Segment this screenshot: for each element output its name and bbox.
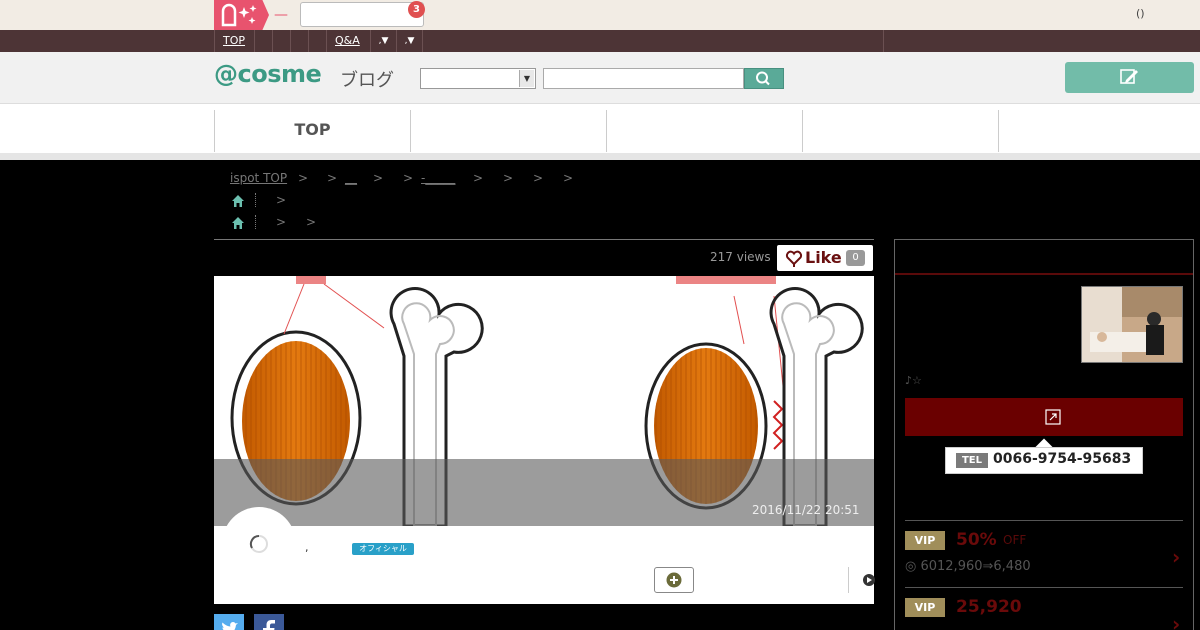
breadcrumb-sep: > <box>276 215 287 229</box>
add-favorite-button[interactable] <box>654 567 694 593</box>
nav-dropdown-1[interactable]: ,▼ <box>370 30 396 52</box>
top-strip <box>0 0 1200 30</box>
chevron-right-icon[interactable]: › <box>1172 545 1180 569</box>
next-post-button[interactable] <box>848 567 875 593</box>
search-input[interactable] <box>543 68 744 89</box>
chevron-down-icon[interactable]: ▼ <box>519 70 534 87</box>
tab-3[interactable] <box>606 110 802 152</box>
author-bar <box>214 526 874 604</box>
breadcrumb-divider <box>255 193 256 207</box>
breadcrumb-sep: > <box>298 171 309 185</box>
salon-photo-image <box>1082 287 1182 362</box>
cosme-logo[interactable]: @cosme <box>214 60 322 88</box>
menu-price: ◎ 6012,960⇒6,480 <box>905 559 1031 574</box>
like-count-badge: 0 <box>846 250 865 266</box>
menu-discount: 25,920 <box>956 597 1022 617</box>
tab-4[interactable] <box>802 110 998 152</box>
vip-badge: VIP <box>905 531 945 550</box>
breadcrumb-sep: > <box>403 171 414 185</box>
view-count: 217 views <box>710 250 771 264</box>
loading-spinner-icon <box>249 534 268 553</box>
breadcrumb-sep: > <box>503 171 514 185</box>
salon-photo[interactable] <box>1081 286 1183 363</box>
play-circle-icon <box>863 574 875 586</box>
twitter-icon <box>222 622 238 630</box>
tel-number[interactable]: 0066-9754-95683 <box>993 451 1131 467</box>
breadcrumb-link[interactable]: -_____ <box>421 171 455 185</box>
facebook-share-button[interactable] <box>254 614 284 630</box>
salon-note: ♪☆ <box>905 374 922 387</box>
breadcrumb-divider <box>255 215 256 229</box>
nav-divider <box>883 30 884 52</box>
breadcrumb-sep: > <box>563 171 574 185</box>
breadcrumb-sep: > <box>533 171 544 185</box>
tel-label: TEL <box>956 453 988 468</box>
sidebar-header-line <box>895 273 1193 275</box>
tab-5[interactable] <box>998 110 1200 152</box>
breadcrumb-sep: > <box>306 215 317 229</box>
like-label: Like <box>805 248 842 267</box>
plus-circle-icon <box>666 572 682 588</box>
notification-field[interactable] <box>300 2 424 27</box>
home-icon[interactable] <box>231 215 245 234</box>
official-badge: オフィシャル <box>352 543 414 555</box>
tab-bar-border <box>0 153 1200 160</box>
home-icon[interactable] <box>231 193 245 212</box>
nav-top-link[interactable]: TOP <box>214 30 253 52</box>
menu-discount: 50% <box>956 530 997 550</box>
search-icon <box>756 71 770 86</box>
sparkle-bag-icon <box>221 3 257 27</box>
post-divider <box>214 239 874 240</box>
tab-2[interactable] <box>410 110 606 152</box>
nav-qa-link[interactable]: Q&A <box>326 30 368 52</box>
breadcrumb-sep: > <box>327 171 338 185</box>
twitter-share-button[interactable] <box>214 614 244 630</box>
facebook-icon <box>263 620 275 630</box>
author-name[interactable]: , <box>305 541 309 554</box>
edit-icon <box>1120 69 1138 84</box>
chevron-right-icon[interactable]: › <box>1172 612 1180 630</box>
post-date: 2016/11/22 20:51 <box>752 503 860 517</box>
nav-divider <box>308 30 309 52</box>
avatar[interactable] <box>222 507 296 581</box>
breadcrumb-sep: > <box>276 193 287 207</box>
menu-divider <box>905 520 1183 521</box>
user-link[interactable]: () <box>1136 7 1145 20</box>
reserve-button[interactable] <box>905 398 1183 436</box>
nav-divider <box>254 30 255 52</box>
breadcrumb-ispot-top[interactable]: ispot TOP <box>230 171 287 185</box>
menu-divider <box>905 587 1183 588</box>
global-nav-bar <box>0 30 1200 52</box>
site-logo-badge[interactable] <box>214 0 269 30</box>
nav-divider <box>422 30 423 52</box>
nav-dropdown-2[interactable]: ,▼ <box>396 30 422 52</box>
tab-top[interactable]: TOP <box>214 110 410 152</box>
breadcrumb-sep: > <box>373 171 384 185</box>
breadcrumb-sep: > <box>473 171 484 185</box>
blog-label: ブログ <box>340 70 394 91</box>
top-dash: — <box>274 7 288 23</box>
vip-badge: VIP <box>905 598 945 617</box>
nav-divider <box>272 30 273 52</box>
external-link-icon <box>1045 409 1061 425</box>
nav-divider <box>290 30 291 52</box>
heart-icon <box>785 250 803 267</box>
search-button[interactable] <box>744 68 784 89</box>
breadcrumb-link[interactable]: __ <box>345 171 357 185</box>
write-post-button[interactable] <box>1065 62 1194 93</box>
notification-count-badge: 3 <box>408 1 425 18</box>
menu-off-label: OFF <box>1003 533 1027 547</box>
